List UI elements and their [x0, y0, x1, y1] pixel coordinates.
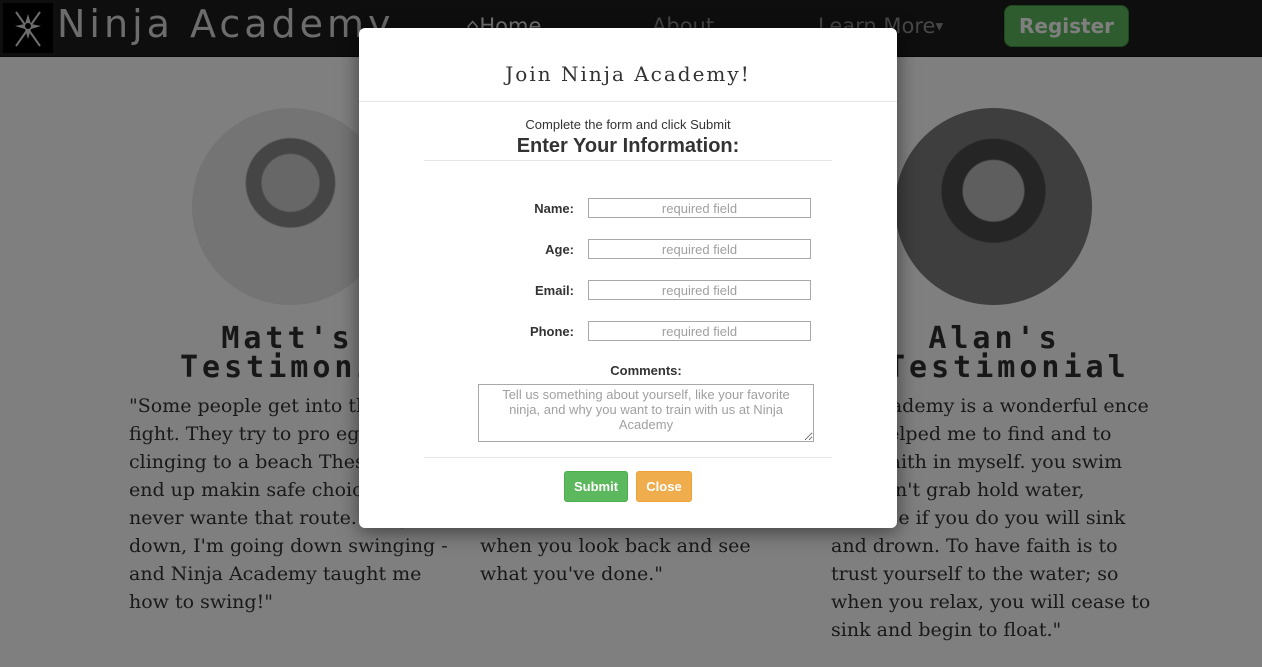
- modal-title: Join Ninja Academy!: [505, 62, 751, 86]
- close-button[interactable]: Close: [636, 471, 692, 502]
- form-heading: Enter Your Information:: [516, 135, 740, 157]
- email-input[interactable]: [588, 280, 811, 300]
- form-instructions: Complete the form and click Submit: [525, 117, 731, 132]
- comments-textarea[interactable]: [478, 384, 814, 442]
- email-label: Email:: [534, 283, 574, 298]
- divider: [424, 457, 832, 458]
- phone-label: Phone:: [529, 324, 574, 339]
- divider: [424, 160, 832, 161]
- name-input[interactable]: [588, 198, 811, 218]
- phone-input[interactable]: [588, 321, 811, 341]
- submit-button[interactable]: Submit: [564, 471, 628, 502]
- comments-label: Comments:: [610, 363, 682, 378]
- join-modal: Join Ninja Academy! Complete the form an…: [359, 28, 897, 528]
- age-input[interactable]: [588, 239, 811, 259]
- modal-header: Join Ninja Academy!: [359, 28, 897, 102]
- name-label: Name:: [534, 201, 574, 216]
- age-label: Age:: [545, 242, 574, 257]
